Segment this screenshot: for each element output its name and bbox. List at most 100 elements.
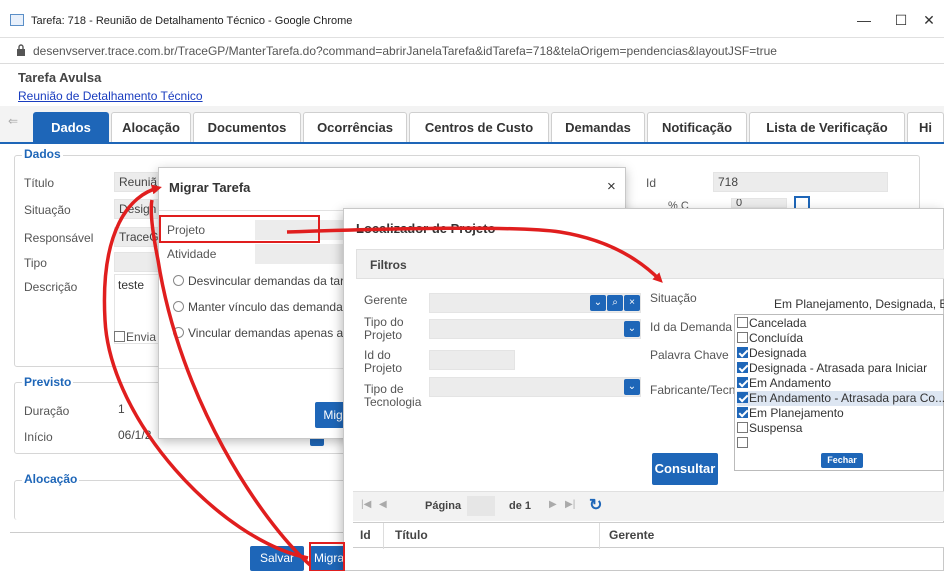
percent-list-icon[interactable] [794, 196, 810, 208]
first-page-icon[interactable]: |◀ [361, 499, 371, 510]
situacao-input[interactable]: Design [114, 199, 160, 219]
tab-lista-de-verificacao[interactable]: Lista de Verificação [749, 112, 905, 142]
situacao-option-em-andamento[interactable]: Em Andamento [737, 376, 831, 391]
minimize-button[interactable]: — [846, 8, 882, 32]
situacao-checklist[interactable]: Cancelada Concluída Designada Designada … [734, 314, 944, 471]
tab-scroll-left-icon[interactable]: ⇐ [8, 114, 18, 128]
column-id[interactable]: Id [360, 528, 371, 542]
option-label: Suspensa [749, 421, 803, 435]
filtros-panel-header: Filtros [356, 249, 944, 279]
checkbox-em-andamento-atrasada[interactable] [737, 392, 748, 403]
task-name-link[interactable]: Reunião de Detalhamento Técnico [18, 89, 203, 103]
tipo-projeto-dropdown[interactable]: ⌄ [429, 319, 641, 339]
situacao-option-designada[interactable]: Designada [737, 346, 806, 361]
option-label: Designada - Atrasada para Iniciar [749, 361, 928, 375]
id-demanda-label: Id da Demanda [650, 320, 733, 334]
window-title: Tarefa: 718 - Reunião de Detalhamento Té… [31, 15, 353, 27]
radio-vincular-circle[interactable] [173, 327, 184, 338]
tab-alocacao[interactable]: Alocação [111, 112, 191, 142]
address-bar[interactable]: desenvserver.trace.com.br/TraceGP/Manter… [0, 38, 944, 64]
radio-manter-circle[interactable] [173, 301, 184, 312]
tab-centros-de-custo[interactable]: Centros de Custo [409, 112, 549, 142]
url-text[interactable]: desenvserver.trace.com.br/TraceGP/Manter… [33, 44, 777, 58]
situacao-option-cancelada[interactable]: Cancelada [737, 316, 806, 331]
checkbox-blank[interactable] [737, 437, 748, 448]
page-count: de 1 [509, 500, 532, 512]
situacao-option-suspensa[interactable]: Suspensa [737, 421, 802, 436]
tipo-label: Tipo [24, 256, 47, 270]
option-label: Em Andamento - Atrasada para Co... [749, 391, 944, 405]
radio-desvincular[interactable]: Desvincular demandas da tar [173, 274, 344, 288]
tab-dados[interactable]: Dados [33, 112, 109, 142]
page-title: Tarefa Avulsa [18, 70, 102, 85]
situacao-option-blank[interactable] [737, 436, 749, 451]
inicio-input[interactable]: 06/1/2 [114, 426, 158, 446]
refresh-icon[interactable]: ↻ [589, 495, 602, 515]
checkbox-designada[interactable] [737, 347, 748, 358]
checkbox-concluida[interactable] [737, 332, 748, 343]
migrar-dialog-title: Migrar Tarefa [169, 180, 251, 195]
id-label: Id [646, 176, 657, 190]
last-page-icon[interactable]: ▶| [565, 499, 575, 510]
tipo-input[interactable] [114, 252, 160, 272]
situacao-option-designada-atrasada[interactable]: Designada - Atrasada para Iniciar [737, 361, 927, 376]
chevron-down-icon[interactable]: ⌄ [624, 379, 640, 395]
search-icon[interactable]: ⌕ [607, 295, 623, 311]
tipo-tecnologia-dropdown[interactable]: ⌄ [429, 377, 641, 397]
close-window-button[interactable]: ✕ [914, 8, 944, 32]
tab-historico[interactable]: Hi [907, 112, 944, 142]
salvar-button[interactable]: Salvar [250, 546, 304, 571]
page-favicon-icon [10, 14, 24, 26]
column-gerente[interactable]: Gerente [609, 528, 654, 542]
clear-icon[interactable]: × [624, 295, 640, 311]
checkbox-em-planejamento[interactable] [737, 407, 748, 418]
responsavel-input[interactable]: TraceG [114, 227, 160, 247]
situacao-option-em-planejamento[interactable]: Em Planejamento [737, 406, 844, 421]
tab-demandas[interactable]: Demandas [551, 112, 645, 142]
duracao-input[interactable]: 1 [114, 400, 158, 420]
enviar-checkbox-row[interactable]: Envia [114, 330, 156, 344]
radio-vincular-label: Vincular demandas apenas a [188, 326, 344, 340]
browser-title-bar: Tarefa: 718 - Reunião de Detalhamento Té… [0, 0, 944, 38]
radio-manter-label: Manter vínculo das demandas [188, 300, 349, 314]
localizador-title: Localizador de Projeto [356, 221, 496, 236]
radio-manter[interactable]: Manter vínculo das demandas [173, 300, 349, 314]
pagina-label: Página [425, 500, 462, 512]
id-projeto-input[interactable] [429, 350, 515, 370]
titulo-input[interactable]: Reuniã [114, 172, 160, 192]
checkbox-em-andamento[interactable] [737, 377, 748, 388]
situacao-filter-value[interactable]: Em Planejamento, Designada, E [774, 297, 944, 311]
option-label: Concluída [749, 331, 804, 345]
enviar-checkbox[interactable] [114, 331, 125, 342]
checkbox-cancelada[interactable] [737, 317, 748, 328]
footer-divider [10, 532, 350, 533]
column-titulo[interactable]: Título [395, 528, 428, 542]
id-projeto-label: Id do Projeto [364, 348, 403, 375]
tab-notificacao[interactable]: Notificação [647, 112, 747, 142]
gerente-label: Gerente [364, 293, 408, 307]
next-page-icon[interactable]: ▶ [549, 499, 557, 510]
titulo-label: Título [24, 176, 55, 190]
responsavel-label: Responsável [24, 231, 94, 245]
close-icon[interactable]: × [607, 178, 616, 195]
atividade-input[interactable] [255, 244, 345, 264]
tab-bar: ⇐ Dados Alocação Documentos Ocorrências … [0, 106, 944, 144]
page-input[interactable] [467, 496, 495, 516]
projeto-input[interactable] [255, 220, 345, 240]
chevron-down-icon[interactable]: ⌄ [590, 295, 606, 311]
consultar-button[interactable]: Consultar [652, 453, 718, 485]
tab-documentos[interactable]: Documentos [193, 112, 301, 142]
filtros-title: Filtros [370, 258, 407, 272]
checkbox-suspensa[interactable] [737, 422, 748, 433]
tab-ocorrencias[interactable]: Ocorrências [303, 112, 407, 142]
radio-desvincular-circle[interactable] [173, 275, 184, 286]
percent-input[interactable]: 0 [731, 198, 787, 208]
situacao-option-em-andamento-atrasada[interactable]: Em Andamento - Atrasada para Co... [737, 391, 944, 406]
fechar-button[interactable]: Fechar [821, 453, 863, 468]
chevron-down-icon[interactable]: ⌄ [624, 321, 640, 337]
prev-page-icon[interactable]: ◀ [379, 499, 387, 510]
gerente-dropdown[interactable]: ⌄ ⌕ × [429, 293, 641, 313]
radio-vincular[interactable]: Vincular demandas apenas a [173, 326, 343, 340]
checkbox-designada-atrasada[interactable] [737, 362, 748, 373]
situacao-option-concluida[interactable]: Concluída [737, 331, 803, 346]
